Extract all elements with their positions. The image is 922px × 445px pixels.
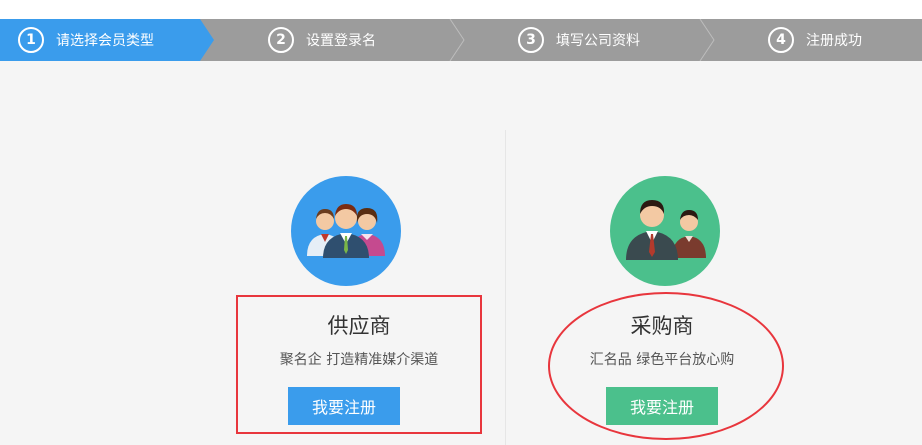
two-people-icon — [610, 176, 720, 286]
step-label: 注册成功 — [806, 33, 862, 49]
step-1[interactable]: 1 请选择会员类型 — [18, 19, 154, 61]
step-number-badge: 3 — [518, 27, 544, 53]
registration-stepper: 1 请选择会员类型 2 设置登录名 3 填写公司资料 4 注册成功 — [0, 19, 922, 61]
step-2[interactable]: 2 设置登录名 — [268, 19, 376, 61]
step-number-badge: 2 — [268, 27, 294, 53]
step-4[interactable]: 4 注册成功 — [768, 19, 862, 61]
column-divider — [505, 130, 506, 445]
step-label: 填写公司资料 — [556, 33, 640, 49]
step-label: 请选择会员类型 — [56, 33, 154, 49]
highlight-ellipse — [548, 292, 784, 440]
step-3[interactable]: 3 填写公司资料 — [518, 19, 640, 61]
step-number-badge: 1 — [18, 27, 44, 53]
group-people-icon — [291, 176, 401, 286]
step-label: 设置登录名 — [306, 33, 376, 49]
top-strip — [0, 0, 922, 19]
step-number-badge: 4 — [768, 27, 794, 53]
highlight-rectangle — [236, 295, 482, 434]
